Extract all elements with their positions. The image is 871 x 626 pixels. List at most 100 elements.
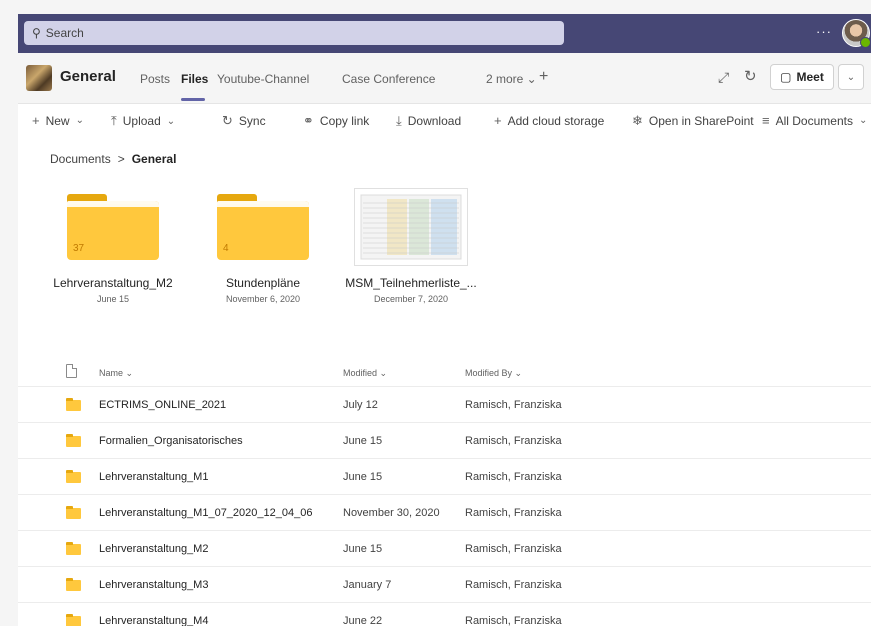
column-modified-by[interactable]: Modified By ⌄: [465, 368, 522, 379]
table-row[interactable]: Lehrveranstaltung_M1_07_2020_12_04_06 No…: [18, 494, 871, 530]
row-modified: June 15: [343, 543, 383, 555]
row-name[interactable]: ECTRIMS_ONLINE_2021: [99, 399, 226, 411]
channel-header: General Posts Files Youtube-Channel Case…: [18, 53, 871, 104]
tab-files[interactable]: Files: [181, 72, 208, 86]
column-modified[interactable]: Modified ⌄: [343, 368, 387, 379]
chevron-down-icon: ⌄: [166, 115, 176, 127]
more-options-icon[interactable]: ···: [816, 24, 832, 39]
channel-title: General: [60, 68, 116, 85]
tab-case-conference[interactable]: Case Conference: [342, 72, 435, 86]
breadcrumb-documents[interactable]: Documents: [50, 152, 111, 166]
plus-icon: +: [32, 113, 40, 128]
tile-date: June 15: [96, 294, 130, 304]
sync-button[interactable]: ↻ Sync: [222, 113, 266, 129]
row-name[interactable]: Formalien_Organisatorisches: [99, 435, 243, 447]
row-name[interactable]: Lehrveranstaltung_M1_07_2020_12_04_06: [99, 507, 312, 519]
tab-posts[interactable]: Posts: [140, 72, 170, 86]
sharepoint-icon: ❄: [632, 113, 643, 128]
download-icon: ⤓: [396, 113, 402, 128]
table-row[interactable]: Lehrveranstaltung_M1 June 15 Ramisch, Fr…: [18, 458, 871, 494]
row-modified: June 15: [343, 471, 383, 483]
file-type-icon: [66, 364, 77, 378]
folder-icon: 4: [217, 194, 309, 260]
link-icon: ⚭: [303, 113, 314, 128]
table-row[interactable]: Lehrveranstaltung_M4 June 22 Ramisch, Fr…: [18, 602, 871, 626]
row-name[interactable]: Lehrveranstaltung_M1: [99, 471, 208, 483]
active-tab-indicator: [181, 98, 205, 101]
row-modified-by: Ramisch, Franziska: [465, 435, 562, 447]
item-count: 37: [73, 243, 85, 254]
folder-icon: 37: [67, 194, 159, 260]
new-button[interactable]: + New ⌄: [32, 113, 84, 128]
row-modified: November 30, 2020: [343, 507, 440, 519]
table-row[interactable]: Lehrveranstaltung_M2 June 15 Ramisch, Fr…: [18, 530, 871, 566]
chevron-down-icon[interactable]: ⌄: [838, 64, 864, 90]
table-row[interactable]: ECTRIMS_ONLINE_2021 July 12 Ramisch, Fra…: [18, 386, 871, 422]
add-cloud-storage-button[interactable]: + Add cloud storage: [494, 113, 604, 128]
row-modified: July 12: [343, 399, 378, 411]
avatar[interactable]: [842, 19, 871, 48]
add-cloud-label: Add cloud storage: [507, 113, 605, 128]
video-camera-icon: ▢: [780, 70, 792, 84]
upload-icon: ⤒: [111, 113, 117, 128]
new-label: New: [45, 113, 70, 128]
folder-icon: [66, 434, 81, 447]
table-row[interactable]: Lehrveranstaltung_M3 January 7 Ramisch, …: [18, 566, 871, 602]
upload-label: Upload: [122, 114, 161, 128]
screen-frame: ⚲ Search ··· General Posts Files Youtube…: [0, 0, 871, 626]
tile-name: Stundenpläne: [225, 276, 301, 290]
item-count: 4: [223, 243, 229, 254]
add-tab-icon[interactable]: +: [539, 68, 548, 86]
search-input[interactable]: ⚲ Search: [24, 21, 564, 45]
folder-icon: [66, 506, 81, 519]
tile-name: MSM_Teilnehmerliste_...: [345, 276, 477, 290]
folder-icon: [66, 398, 81, 411]
expand-icon[interactable]: ⤢: [718, 69, 729, 86]
search-icon: ⚲: [32, 26, 41, 40]
copy-link-button[interactable]: ⚭ Copy link: [303, 113, 369, 129]
row-modified-by: Ramisch, Franziska: [465, 615, 562, 626]
title-bar: ⚲ Search ···: [18, 14, 871, 53]
all-documents-label: All Documents: [775, 113, 853, 128]
row-modified: June 15: [343, 435, 383, 447]
download-button[interactable]: ⤓ Download: [396, 113, 461, 129]
spreadsheet-thumbnail[interactable]: [354, 188, 468, 266]
refresh-icon[interactable]: ↻: [744, 67, 757, 85]
tab-more[interactable]: 2 more ⌄: [486, 72, 537, 86]
row-modified: January 7: [343, 579, 392, 591]
upload-button[interactable]: ⤒ Upload ⌄: [111, 113, 175, 129]
row-name[interactable]: Lehrveranstaltung_M4: [99, 615, 208, 626]
meet-button[interactable]: ▢ Meet: [770, 64, 834, 90]
view-list-icon: ≡: [762, 113, 770, 128]
row-modified-by: Ramisch, Franziska: [465, 579, 562, 591]
tile-name: Lehrveranstaltung_M2: [53, 276, 173, 290]
column-name[interactable]: Name ⌄: [99, 368, 133, 379]
meet-label: Meet: [796, 70, 824, 84]
all-documents-dropdown[interactable]: ≡ All Documents ⌄: [762, 113, 867, 128]
breadcrumb: Documents > General: [50, 152, 176, 166]
command-bar: + New ⌄ ⤒ Upload ⌄ ↻ Sync ⚭ Copy link ⤓ …: [18, 104, 871, 136]
open-in-sharepoint-button[interactable]: ❄ Open in SharePoint: [632, 113, 754, 129]
row-modified-by: Ramisch, Franziska: [465, 543, 562, 555]
row-name[interactable]: Lehrveranstaltung_M2: [99, 543, 208, 555]
row-name[interactable]: Lehrveranstaltung_M3: [99, 579, 208, 591]
chevron-down-icon: ⌄: [75, 115, 84, 126]
copy-link-label: Copy link: [319, 114, 370, 128]
spreadsheet-preview-icon: [355, 189, 467, 265]
teams-window: ⚲ Search ··· General Posts Files Youtube…: [18, 14, 871, 626]
list-header: Name ⌄ Modified ⌄ Modified By ⌄: [18, 364, 871, 384]
row-modified-by: Ramisch, Franziska: [465, 471, 562, 483]
folder-icon: [66, 614, 81, 626]
plus-icon: +: [494, 113, 502, 128]
row-modified-by: Ramisch, Franziska: [465, 507, 562, 519]
tab-youtube-channel[interactable]: Youtube-Channel: [217, 72, 309, 86]
search-placeholder: Search: [45, 26, 84, 40]
download-label: Download: [407, 114, 462, 128]
row-modified-by: Ramisch, Franziska: [465, 399, 562, 411]
tile-date: December 7, 2020: [373, 294, 449, 304]
chevron-down-icon: ⌄: [858, 115, 868, 126]
row-modified: June 22: [343, 615, 383, 626]
breadcrumb-separator: >: [117, 152, 125, 166]
open-sharepoint-label: Open in SharePoint: [648, 114, 754, 128]
table-row[interactable]: Formalien_Organisatorisches June 15 Rami…: [18, 422, 871, 458]
